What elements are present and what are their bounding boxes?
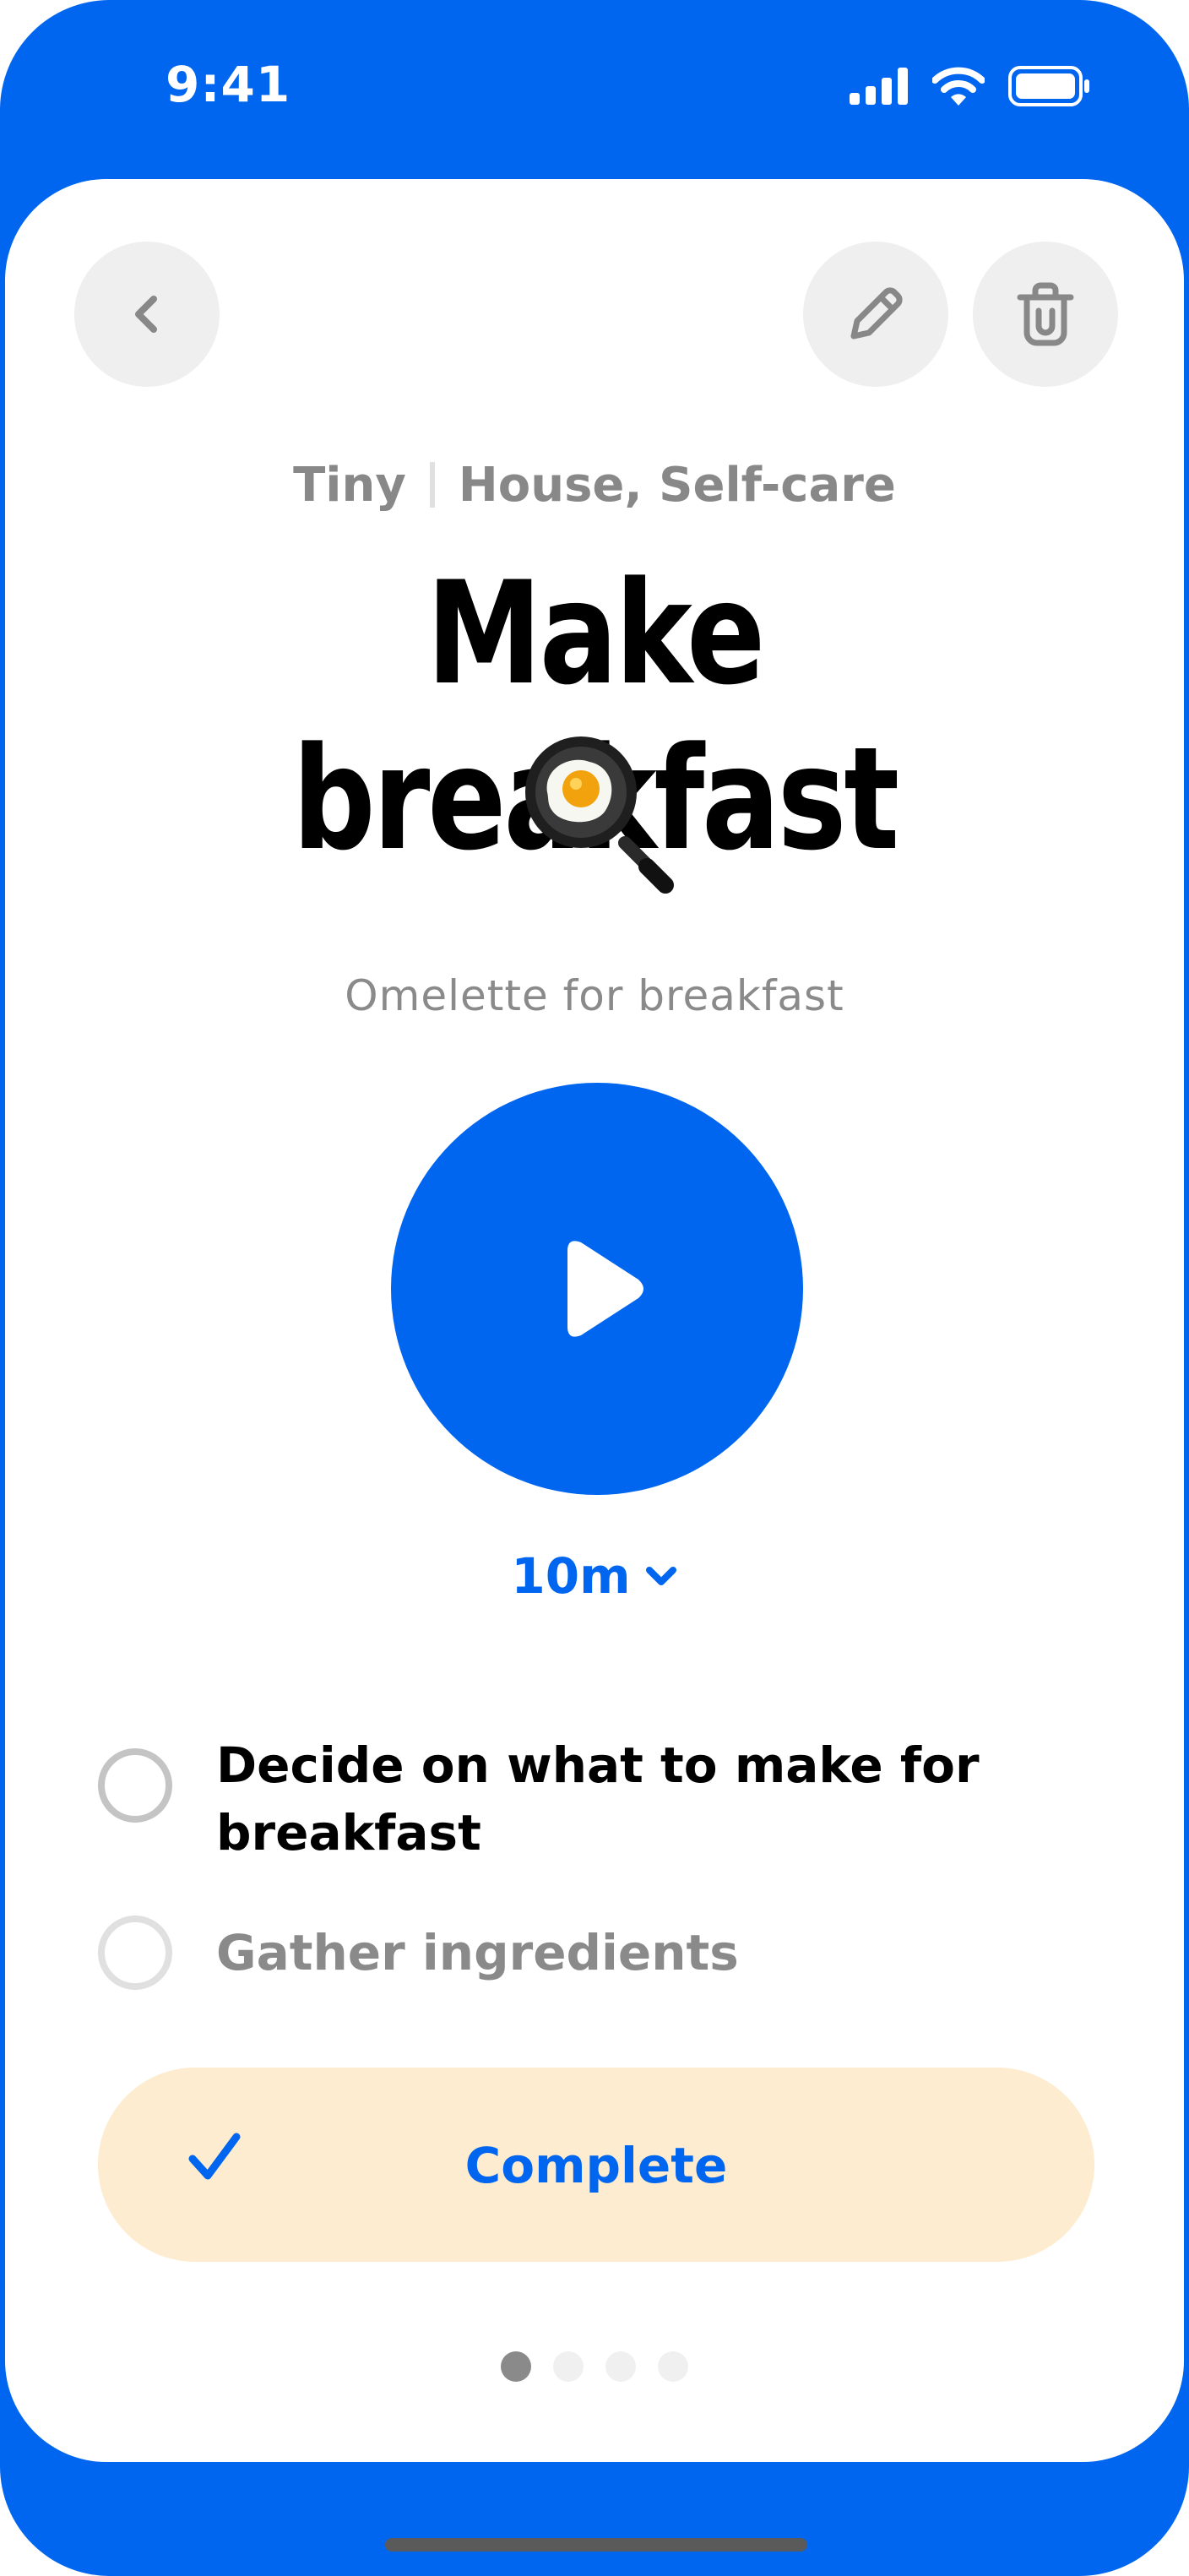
cellular-signal-icon xyxy=(850,68,908,105)
checklist-item-label: Gather ingredients xyxy=(216,1924,739,1981)
duration-value: 10m xyxy=(511,1547,631,1605)
pencil-icon xyxy=(850,287,903,340)
play-button[interactable] xyxy=(391,1083,803,1495)
chevron-down-icon xyxy=(645,1567,676,1585)
complete-button[interactable]: Complete xyxy=(98,2068,1094,2262)
task-meta: Tiny House, Self-care xyxy=(5,458,1184,513)
trash-icon xyxy=(1017,282,1074,346)
task-size: Tiny xyxy=(293,458,406,513)
page-dot[interactable] xyxy=(605,2351,636,2382)
checkbox-circle[interactable] xyxy=(98,1916,172,1990)
frying-pan-egg-icon xyxy=(522,733,682,897)
status-icons xyxy=(850,66,1089,106)
status-time: 9:41 xyxy=(166,56,291,113)
checklist-item[interactable]: Decide on what to make for breakfast xyxy=(98,1731,1099,1867)
edit-button[interactable] xyxy=(803,242,948,387)
meta-divider xyxy=(429,462,435,508)
phone-frame: 9:41 Tiny House, Self-care Make Omelette… xyxy=(0,0,1189,2576)
page-dot[interactable] xyxy=(658,2351,688,2382)
task-categories: House, Self-care xyxy=(458,458,896,513)
checklist-item-label: Decide on what to make for breakfast xyxy=(216,1736,980,1861)
duration-selector[interactable]: 10m xyxy=(5,1547,1184,1605)
page-indicator xyxy=(5,2351,1184,2382)
wifi-icon xyxy=(932,67,985,106)
task-description: Omelette for breakfast xyxy=(345,971,844,1020)
page-dot[interactable] xyxy=(553,2351,584,2382)
checkbox-circle[interactable] xyxy=(98,1748,172,1823)
task-card: TinyHouse, Self-care Make breakfast Omel… xyxy=(5,179,1184,2462)
battery-icon xyxy=(1008,66,1089,106)
home-indicator xyxy=(385,2538,807,2552)
complete-label: Complete xyxy=(464,2137,728,2194)
checklist-item[interactable]: Gather ingredients xyxy=(98,1916,1099,1990)
chevron-left-icon xyxy=(135,296,157,333)
delete-button[interactable] xyxy=(973,242,1118,387)
back-button[interactable] xyxy=(74,242,220,387)
page-dot[interactable] xyxy=(501,2351,531,2382)
play-icon xyxy=(567,1241,643,1337)
